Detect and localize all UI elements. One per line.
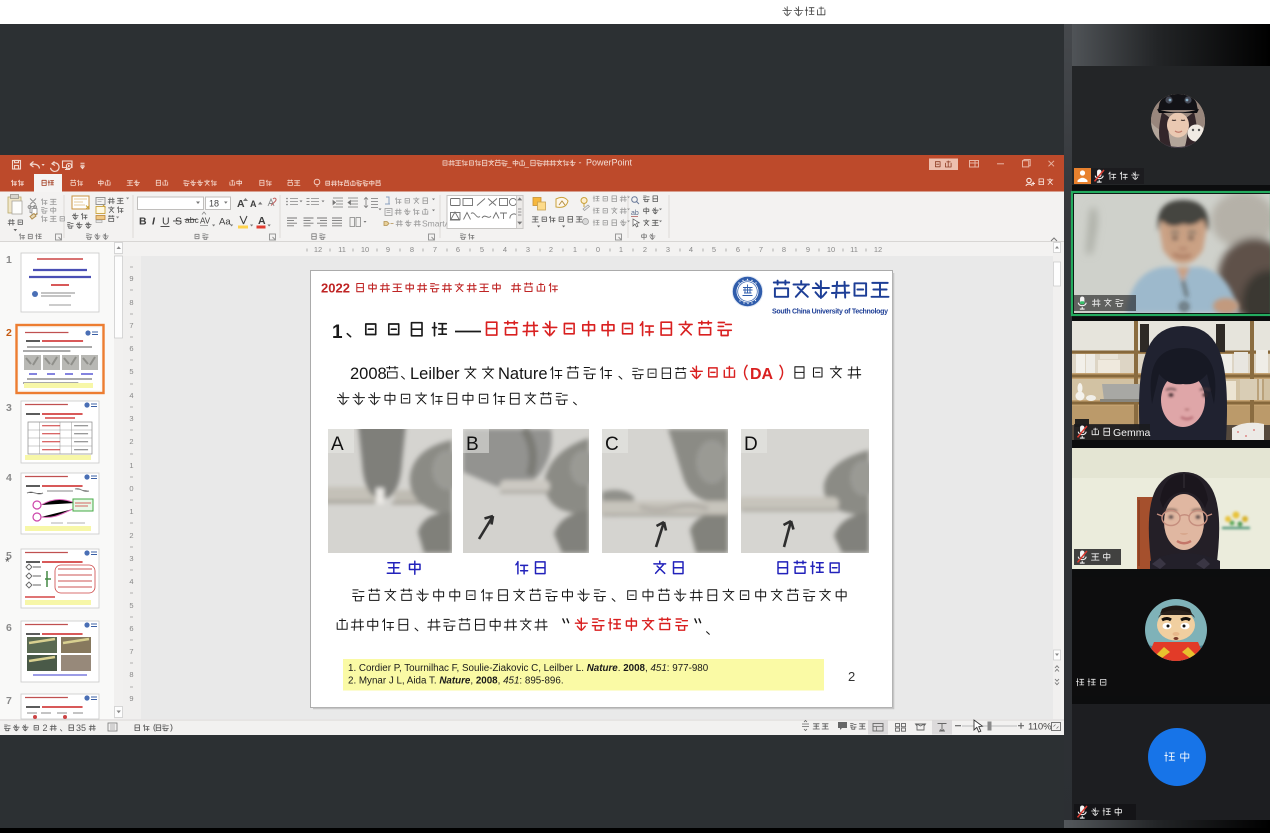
- svg-text:*: *: [5, 555, 10, 569]
- svg-text:2008: 2008: [350, 365, 387, 383]
- svg-text:11: 11: [850, 245, 858, 254]
- svg-text:10: 10: [361, 245, 369, 254]
- svg-text:Nature: Nature: [498, 365, 548, 383]
- svg-text:10: 10: [827, 245, 835, 254]
- svg-text:7: 7: [6, 695, 12, 707]
- svg-text:2022: 2022: [321, 281, 350, 296]
- svg-text:8: 8: [129, 670, 133, 679]
- svg-text:18: 18: [209, 199, 219, 209]
- svg-text:PowerPoint: PowerPoint: [586, 158, 633, 168]
- svg-text:8: 8: [782, 245, 786, 254]
- svg-text:7: 7: [433, 245, 437, 254]
- svg-text:B: B: [466, 434, 479, 455]
- svg-text:2: 2: [549, 245, 553, 254]
- svg-text:6: 6: [129, 624, 133, 633]
- svg-text:3: 3: [666, 245, 670, 254]
- svg-text:1: 1: [129, 507, 133, 516]
- svg-text:S: S: [175, 216, 182, 228]
- svg-text:A: A: [237, 198, 245, 210]
- svg-text:C: C: [605, 434, 619, 455]
- svg-text:9: 9: [129, 694, 133, 703]
- svg-text:110%: 110%: [1028, 722, 1052, 733]
- svg-text:1. Cordier P, Tournilhac F, So: 1. Cordier P, Tournilhac F, Soulie-Ziako…: [348, 663, 709, 674]
- svg-text:2: 2: [6, 327, 12, 339]
- svg-text:DA: DA: [750, 366, 774, 383]
- svg-text:A: A: [331, 434, 344, 455]
- svg-text:Gemma: Gemma: [1113, 427, 1151, 439]
- svg-text:8: 8: [129, 298, 133, 307]
- svg-text:D: D: [744, 434, 758, 455]
- svg-text:abc: abc: [185, 215, 199, 225]
- svg-text:3: 3: [129, 554, 133, 563]
- svg-text:1: 1: [129, 461, 133, 470]
- svg-text:-: -: [579, 158, 582, 168]
- svg-text:Leilber: Leilber: [410, 365, 460, 383]
- svg-text:_: _: [506, 159, 512, 168]
- svg-text:5: 5: [129, 367, 133, 376]
- svg-text:2: 2: [848, 669, 855, 684]
- svg-text:A: A: [258, 215, 266, 227]
- svg-text:A: A: [250, 199, 257, 209]
- svg-text:3: 3: [6, 402, 12, 414]
- svg-text:4: 4: [6, 472, 12, 484]
- svg-text:9: 9: [806, 245, 810, 254]
- svg-text:8: 8: [410, 245, 414, 254]
- svg-text:7: 7: [759, 245, 763, 254]
- svg-text:6: 6: [6, 622, 12, 634]
- svg-text:B: B: [139, 216, 147, 228]
- svg-text:4: 4: [129, 391, 133, 400]
- svg-text:7: 7: [129, 647, 133, 656]
- svg-text:3: 3: [129, 414, 133, 423]
- svg-text:11: 11: [338, 245, 346, 254]
- svg-text:2: 2: [129, 531, 133, 540]
- svg-text:12: 12: [314, 245, 322, 254]
- svg-text:7: 7: [129, 321, 133, 330]
- svg-text:U: U: [162, 216, 170, 228]
- svg-text:South China University of Tech: South China University of Technology: [772, 309, 888, 316]
- svg-text:2: 2: [643, 245, 647, 254]
- svg-text:4: 4: [129, 577, 133, 586]
- svg-text:2. Mynar J L, Aida T. Nature,: 2. Mynar J L, Aida T. Nature, 2008, 451:…: [348, 676, 564, 687]
- svg-text:6: 6: [736, 245, 740, 254]
- svg-text:_: _: [524, 159, 530, 168]
- svg-text:2: 2: [129, 437, 133, 446]
- svg-text:AV: AV: [200, 217, 211, 226]
- svg-text:4: 4: [503, 245, 507, 254]
- svg-text:9: 9: [386, 245, 390, 254]
- svg-text:1: 1: [573, 245, 577, 254]
- svg-text:0: 0: [129, 484, 133, 493]
- svg-text:1: 1: [6, 254, 12, 266]
- svg-text:5: 5: [480, 245, 484, 254]
- svg-text:3: 3: [526, 245, 530, 254]
- svg-text:2: 2: [43, 723, 48, 733]
- svg-text:35: 35: [76, 723, 86, 733]
- svg-text:4: 4: [689, 245, 693, 254]
- svg-text:ab: ab: [631, 210, 639, 217]
- svg-text:9: 9: [129, 274, 133, 283]
- svg-text:1: 1: [332, 322, 343, 343]
- svg-text:5: 5: [129, 601, 133, 610]
- svg-text:12: 12: [874, 245, 882, 254]
- svg-text:1: 1: [619, 245, 623, 254]
- svg-text:Aa: Aa: [219, 217, 231, 228]
- svg-text:0: 0: [596, 245, 600, 254]
- svg-text:5: 5: [712, 245, 716, 254]
- svg-text:6: 6: [129, 344, 133, 353]
- svg-text:6: 6: [456, 245, 460, 254]
